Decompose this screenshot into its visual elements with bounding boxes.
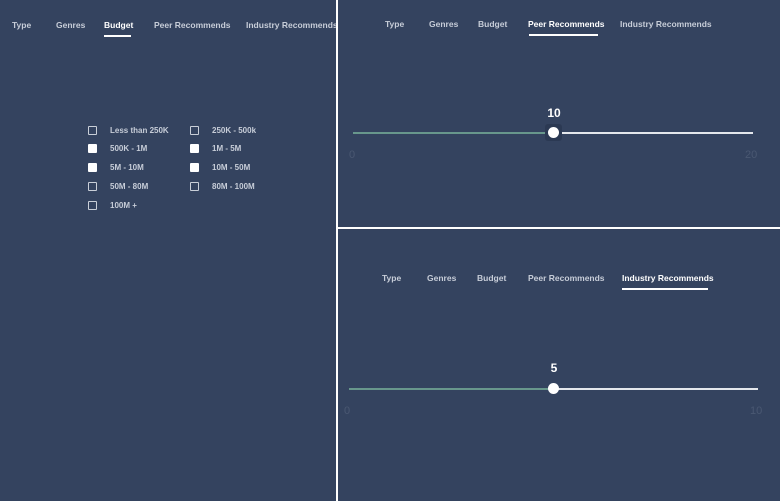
slider-track[interactable] <box>554 388 758 390</box>
slider-max-label: 10 <box>750 405 763 417</box>
budget-panel: Type Genres Budget Peer Recommends Indus… <box>0 0 336 501</box>
tab-industry-recommends[interactable]: Industry Recommends <box>622 273 714 283</box>
budget-option-label: 1M - 5M <box>212 143 242 153</box>
budget-option-1m-5m[interactable]: 1M - 5M <box>190 142 241 154</box>
slider-thumb[interactable] <box>548 127 559 138</box>
budget-option-label: 5M - 10M <box>110 162 144 172</box>
slider-max-label: 20 <box>745 149 758 161</box>
budget-option-5m-10m[interactable]: 5M - 10M <box>88 161 144 173</box>
active-tab-underline <box>529 34 598 36</box>
slider-min-label: 0 <box>344 405 351 417</box>
budget-option-label: 10M - 50M <box>212 162 251 172</box>
active-tab-underline <box>104 35 131 37</box>
checkbox[interactable] <box>190 162 199 172</box>
checkbox[interactable] <box>88 125 97 135</box>
budget-option-label: 250K - 500k <box>212 125 257 135</box>
tab-budget[interactable]: Budget <box>104 20 133 30</box>
budget-option-less-than-250k[interactable]: Less than 250K <box>88 124 169 136</box>
slider-min-label: 0 <box>349 149 356 161</box>
slider-value: 10 <box>547 106 561 120</box>
budget-option-250k-500k[interactable]: 250K - 500k <box>190 124 256 136</box>
budget-option-label: 500K - 1M <box>110 143 148 153</box>
budget-option-label: 50M - 80M <box>110 181 149 191</box>
budget-option-label: 100M + <box>110 200 137 210</box>
budget-option-100m-plus[interactable]: 100M + <box>88 199 137 211</box>
slider-thumb[interactable] <box>548 383 559 394</box>
checkbox[interactable] <box>88 200 97 210</box>
tab-peer-recommends[interactable]: Peer Recommends <box>528 19 605 29</box>
budget-option-80m-100m[interactable]: 80M - 100M <box>190 180 255 192</box>
active-tab-underline <box>622 288 708 290</box>
tab-industry-recommends[interactable]: Industry Recommends <box>246 20 336 30</box>
slider-track-filled[interactable] <box>349 388 554 390</box>
budget-option-label: 80M - 100M <box>212 181 255 191</box>
tab-budget[interactable]: Budget <box>477 273 506 283</box>
checkbox[interactable] <box>88 181 97 191</box>
peer-recommends-panel: Type Genres Budget Peer Recommends Indus… <box>338 0 780 227</box>
slider-value: 5 <box>550 361 558 375</box>
checkbox[interactable] <box>88 143 97 153</box>
tab-type[interactable]: Type <box>382 273 401 283</box>
tab-genres[interactable]: Genres <box>56 20 85 30</box>
tab-genres[interactable]: Genres <box>429 19 458 29</box>
checkbox[interactable] <box>88 162 97 172</box>
industry-recommends-panel: Type Genres Budget Peer Recommends Indus… <box>338 229 780 501</box>
budget-option-500k-1m[interactable]: 500K - 1M <box>88 142 147 154</box>
checkbox[interactable] <box>190 143 199 153</box>
tab-industry-recommends[interactable]: Industry Recommends <box>620 19 712 29</box>
tab-genres[interactable]: Genres <box>427 273 456 283</box>
tab-peer-recommends[interactable]: Peer Recommends <box>154 20 231 30</box>
budget-option-label: Less than 250K <box>110 125 169 135</box>
checkbox[interactable] <box>190 181 199 191</box>
checkbox[interactable] <box>190 125 199 135</box>
slider-track-filled[interactable] <box>353 132 554 134</box>
tab-budget[interactable]: Budget <box>478 19 507 29</box>
tab-type[interactable]: Type <box>385 19 404 29</box>
tab-peer-recommends[interactable]: Peer Recommends <box>528 273 605 283</box>
tab-type[interactable]: Type <box>12 20 31 30</box>
budget-option-10m-50m[interactable]: 10M - 50M <box>190 161 250 173</box>
budget-option-50m-80m[interactable]: 50M - 80M <box>88 180 148 192</box>
slider-track[interactable] <box>554 132 753 134</box>
